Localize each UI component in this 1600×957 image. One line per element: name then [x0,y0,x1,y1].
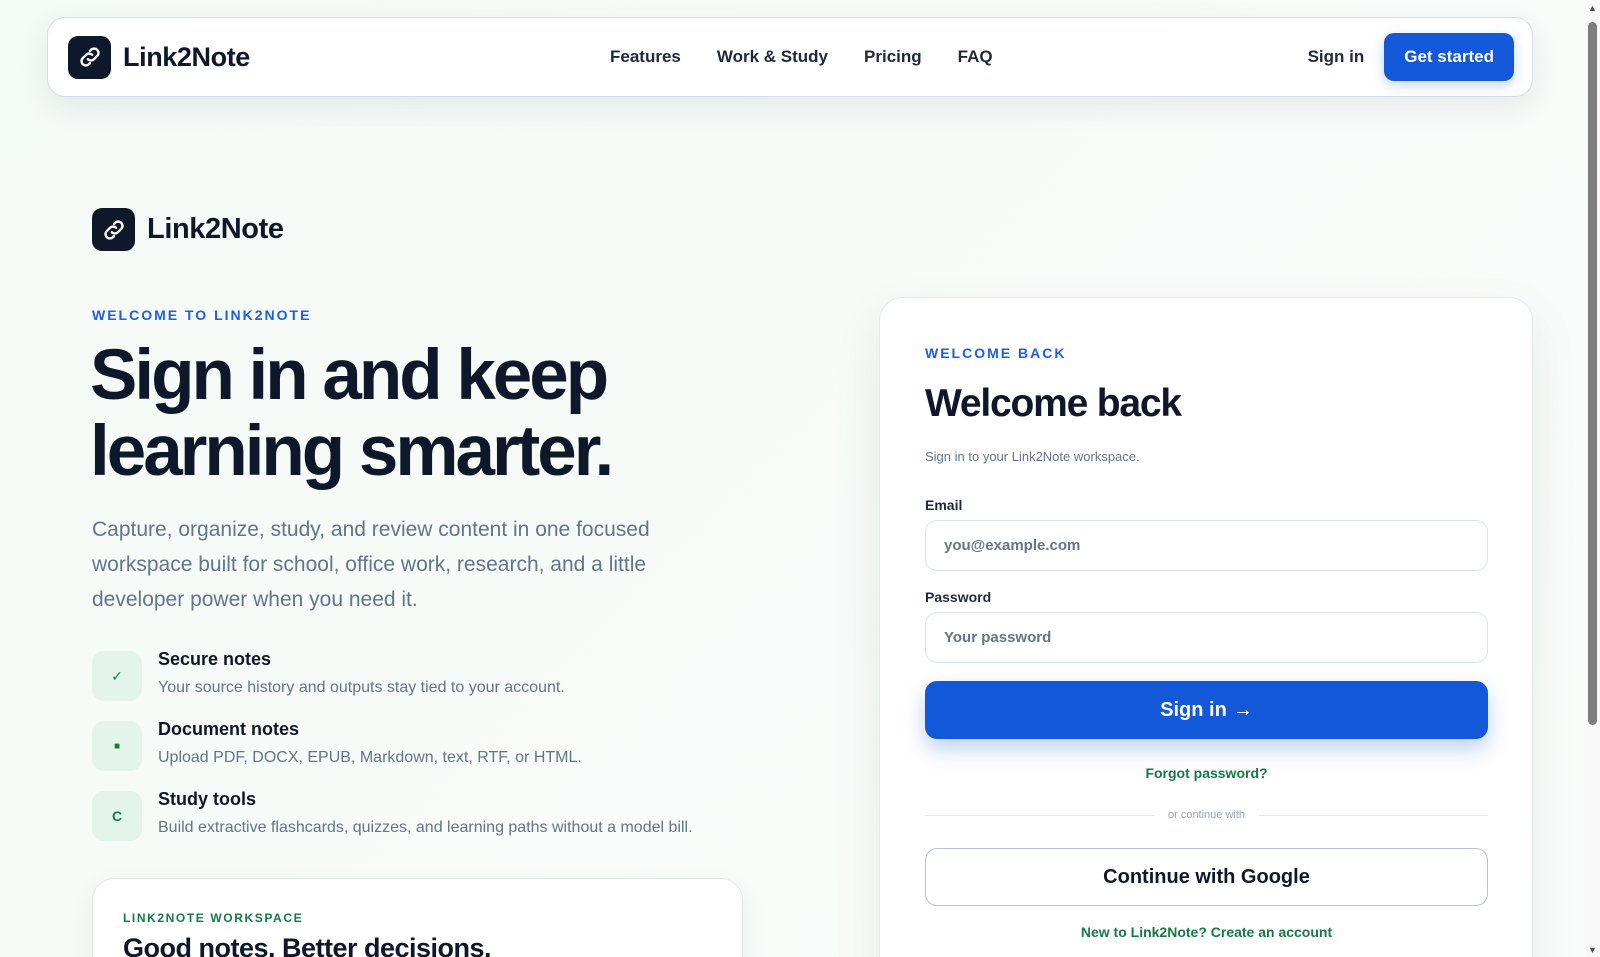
hero-title-line-1: Sign in and keep [90,336,609,415]
card-title: Welcome back [925,382,1182,425]
divider-line [925,814,1154,816]
check-icon: ✓ [92,651,142,701]
arrow-right-icon: → [1232,698,1253,721]
forgot-password-link[interactable]: Forgot password? [925,765,1488,781]
link-logo-icon [92,208,135,251]
hero-eyebrow: WELCOME TO LINK2NOTE [92,307,312,323]
hero-description: Capture, organize, study, and review con… [92,518,650,611]
workspace-title: Good notes. Better decisions. [123,933,492,957]
scroll-down-icon[interactable]: ▼ [1585,942,1600,957]
feature-item-secure-notes: ✓ Secure notes Your source history and o… [92,649,772,701]
hero-brand-name: Link2Note [147,213,284,245]
feature-title: Secure notes [158,649,272,669]
sign-in-button[interactable]: Sign in → [925,681,1488,739]
card-subtitle: Sign in to your Link2Note workspace. [925,449,1140,464]
nav-link-work-study[interactable]: Work & Study [717,47,828,67]
nav-brand[interactable]: Link2Note [68,35,250,79]
page-scrollbar[interactable]: ▲ ▼ [1585,0,1600,957]
sign-in-card: WELCOME BACK Welcome back Sign in to you… [879,297,1533,957]
continue-with-google-button[interactable]: Continue with Google [925,848,1488,906]
divider: or continue with [925,809,1489,821]
divider-line [1259,814,1489,816]
hero-title-line-2: learning smarter. [90,412,614,491]
nav-link-faq[interactable]: FAQ [958,47,993,67]
nav-link-pricing[interactable]: Pricing [864,47,922,67]
feature-description: Your source history and outputs stay tie… [158,679,565,696]
nav-actions: Sign in Get started [1308,33,1514,81]
feature-title: Document notes [158,719,300,739]
workspace-card: LINK2NOTE WORKSPACE Good notes. Better d… [92,878,743,957]
hero-title: Sign in and keep learning smarter. [90,338,770,490]
divider-text: or continue with [1167,809,1246,821]
feature-item-study-tools: C Study tools Build extractive flashcard… [92,789,772,841]
create-account-link[interactable]: New to Link2Note? Create an account [925,924,1488,940]
password-label: Password [925,589,992,605]
scrollbar-thumb[interactable] [1588,22,1597,725]
top-navbar: Link2Note Features Work & Study Pricing … [47,17,1533,97]
hero-brand: Link2Note [92,208,284,251]
workspace-eyebrow: LINK2NOTE WORKSPACE [123,911,304,925]
nav-link-features[interactable]: Features [610,47,681,67]
nav-sign-in-link[interactable]: Sign in [1308,47,1365,67]
nav-links: Features Work & Study Pricing FAQ [610,47,993,67]
email-label: Email [925,497,963,513]
link-logo-icon [68,35,111,79]
scroll-up-icon[interactable]: ▲ [1585,0,1600,15]
study-icon: C [92,791,142,841]
email-field[interactable] [925,520,1488,571]
card-eyebrow: WELCOME BACK [925,345,1067,361]
feature-description: Build extractive flashcards, quizzes, an… [158,819,693,836]
feature-description: Upload PDF, DOCX, EPUB, Markdown, text, … [158,749,582,766]
document-icon: ■ [92,721,142,771]
nav-brand-name: Link2Note [123,41,250,72]
password-field[interactable] [925,612,1488,663]
feature-title: Study tools [158,789,256,809]
get-started-button[interactable]: Get started [1384,33,1514,81]
sign-in-button-label: Sign in [1160,698,1227,721]
feature-item-document-notes: ■ Document notes Upload PDF, DOCX, EPUB,… [92,719,772,771]
